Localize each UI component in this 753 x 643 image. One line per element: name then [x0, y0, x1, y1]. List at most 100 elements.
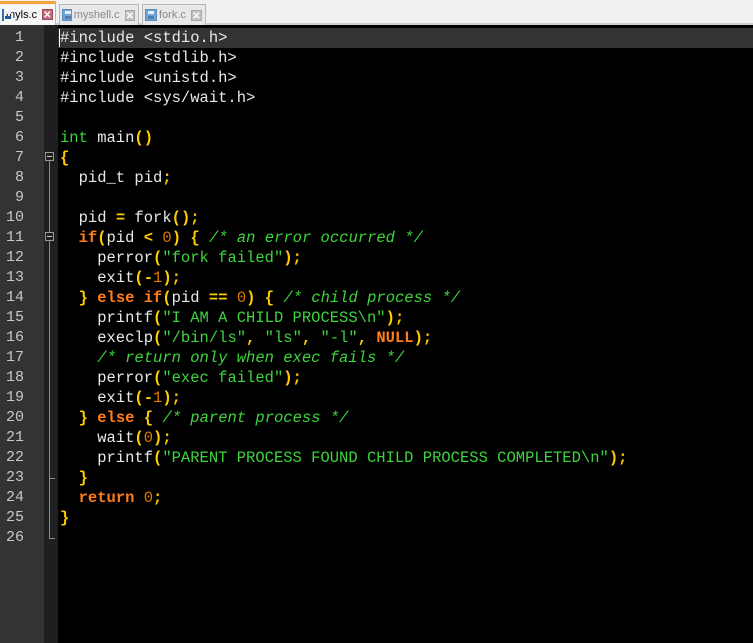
code-line[interactable]: 19 exit(-1);	[0, 388, 753, 408]
code-text[interactable]: pid = fork();	[60, 208, 200, 228]
code-token-default	[134, 409, 143, 427]
code-text[interactable]: if(pid < 0) { /* an error occurred */	[60, 228, 423, 248]
close-icon[interactable]: ✕	[124, 9, 135, 22]
code-line[interactable]: 21 wait(0);	[0, 428, 753, 448]
code-token-pre: #include <stdio.h>	[60, 29, 228, 47]
fold-end-tick	[49, 538, 55, 539]
code-line[interactable]: 22 printf("PARENT PROCESS FOUND CHILD PR…	[0, 448, 753, 468]
code-token-default	[274, 289, 283, 307]
code-token-op: ();	[171, 209, 200, 227]
code-text[interactable]: #include <sys/wait.h>	[60, 88, 255, 108]
code-token-num: 0	[143, 429, 154, 447]
code-text[interactable]: return 0;	[60, 488, 163, 508]
code-line[interactable]: 14 } else if(pid == 0) { /* child proces…	[0, 288, 753, 308]
code-token-op: ,	[301, 329, 312, 347]
code-text[interactable]: #include <unistd.h>	[60, 68, 237, 88]
line-number: 21	[5, 429, 24, 446]
code-token-op: <	[143, 229, 154, 247]
code-line[interactable]: 20 } else { /* parent process */	[0, 408, 753, 428]
code-token-str: "/bin/ls"	[162, 329, 247, 347]
close-icon[interactable]: ✕	[42, 9, 53, 21]
close-icon[interactable]: ✕	[190, 9, 202, 22]
text-cursor	[59, 29, 60, 47]
code-line[interactable]: 11 if(pid < 0) { /* an error occurred */	[0, 228, 753, 248]
code-line[interactable]: 1 #include <stdio.h>	[0, 28, 753, 48]
code-line[interactable]: 25}	[0, 508, 753, 528]
code-text[interactable]: exit(-1);	[60, 268, 181, 288]
code-token-num: 0	[162, 229, 172, 247]
code-token-default: pid	[171, 289, 209, 307]
code-text[interactable]: int main()	[60, 128, 153, 148]
code-token-op: {	[143, 409, 154, 427]
code-text[interactable]: #include <stdlib.h>	[60, 48, 237, 68]
tab-myshell-c[interactable]: myshell.c ✕	[59, 4, 139, 25]
code-token-op: );	[385, 309, 405, 327]
code-token-default	[60, 489, 79, 507]
code-line[interactable]: 6 int main()	[0, 128, 753, 148]
code-text[interactable]: printf("PARENT PROCESS FOUND CHILD PROCE…	[60, 448, 627, 468]
line-number: 15	[5, 309, 24, 326]
code-line[interactable]: 13 exit(-1);	[0, 268, 753, 288]
code-token-type: int	[60, 129, 88, 147]
code-token-op: {	[264, 289, 275, 307]
code-line[interactable]: 5	[0, 108, 753, 128]
code-text[interactable]: }	[60, 468, 88, 488]
code-line[interactable]: 7{	[0, 148, 753, 168]
code-token-default: pid	[106, 229, 144, 247]
code-text[interactable]: pid_t pid;	[60, 168, 172, 188]
tab-myls-c[interactable]: myls.c ✕	[0, 1, 56, 25]
code-token-default: perror	[60, 369, 154, 387]
code-line[interactable]: 2 #include <stdlib.h>	[0, 48, 753, 68]
code-token-op: }	[60, 509, 70, 527]
code-token-com: /* parent process */	[162, 409, 349, 427]
code-line[interactable]: 8 pid_t pid;	[0, 168, 753, 188]
code-token-default: fork	[125, 209, 172, 227]
code-token-op: ;	[162, 169, 172, 187]
code-text[interactable]: wait(0);	[60, 428, 172, 448]
code-line[interactable]: 23 }	[0, 468, 753, 488]
code-token-op: );	[283, 249, 302, 267]
code-line[interactable]: 17 /* return only when exec fails */	[0, 348, 753, 368]
code-token-op: {	[60, 149, 70, 167]
line-number: 11	[5, 229, 24, 246]
code-line[interactable]: 16 execlp("/bin/ls", "ls", "-l", NULL);	[0, 328, 753, 348]
code-line[interactable]: 10 pid = fork();	[0, 208, 753, 228]
code-text[interactable]: /* return only when exec fails */	[60, 348, 404, 368]
line-number: 9	[14, 189, 24, 206]
code-token-pre: #include <stdlib.h>	[60, 49, 237, 67]
code-text[interactable]: {	[60, 148, 69, 168]
code-text[interactable]: perror("fork failed");	[60, 248, 302, 268]
code-token-default	[88, 409, 97, 427]
code-line[interactable]: 18 perror("exec failed");	[0, 368, 753, 388]
tab-bar: myls.c ✕ myshell.c ✕ fork.c ✕	[0, 0, 753, 25]
code-token-op: }	[78, 289, 88, 307]
code-text[interactable]: printf("I AM A CHILD PROCESS\n");	[60, 308, 404, 328]
code-text[interactable]: } else if(pid == 0) { /* child process *…	[60, 288, 461, 308]
code-text[interactable]: #include <stdio.h>	[60, 28, 227, 48]
fold-collapse-icon[interactable]	[45, 232, 54, 241]
fold-collapse-icon[interactable]	[45, 152, 54, 161]
code-line[interactable]: 26	[0, 528, 753, 548]
line-number: 20	[5, 409, 24, 426]
code-line[interactable]: 4 #include <sys/wait.h>	[0, 88, 753, 108]
code-text[interactable]: exit(-1);	[60, 388, 181, 408]
code-line[interactable]: 9	[0, 188, 753, 208]
line-number: 2	[14, 49, 24, 66]
code-token-op: (	[162, 289, 172, 307]
fold-line	[49, 161, 50, 233]
code-line[interactable]: 12 perror("fork failed");	[0, 248, 753, 268]
code-line[interactable]: 24 return 0;	[0, 488, 753, 508]
line-number: 19	[5, 389, 24, 406]
line-number: 6	[14, 129, 24, 146]
code-line[interactable]: 15 printf("I AM A CHILD PROCESS\n");	[0, 308, 753, 328]
code-token-default	[200, 229, 209, 247]
code-text[interactable]: }	[60, 508, 69, 528]
code-text[interactable]: execlp("/bin/ls", "ls", "-l", NULL);	[60, 328, 432, 348]
tab-fork-c[interactable]: fork.c ✕	[142, 4, 206, 25]
code-token-default	[181, 229, 190, 247]
code-line[interactable]: 3 #include <unistd.h>	[0, 68, 753, 88]
code-text[interactable]: } else { /* parent process */	[60, 408, 349, 428]
code-token-num: 1	[153, 389, 163, 407]
code-text[interactable]: perror("exec failed");	[60, 368, 302, 388]
code-token-op: );	[153, 429, 172, 447]
